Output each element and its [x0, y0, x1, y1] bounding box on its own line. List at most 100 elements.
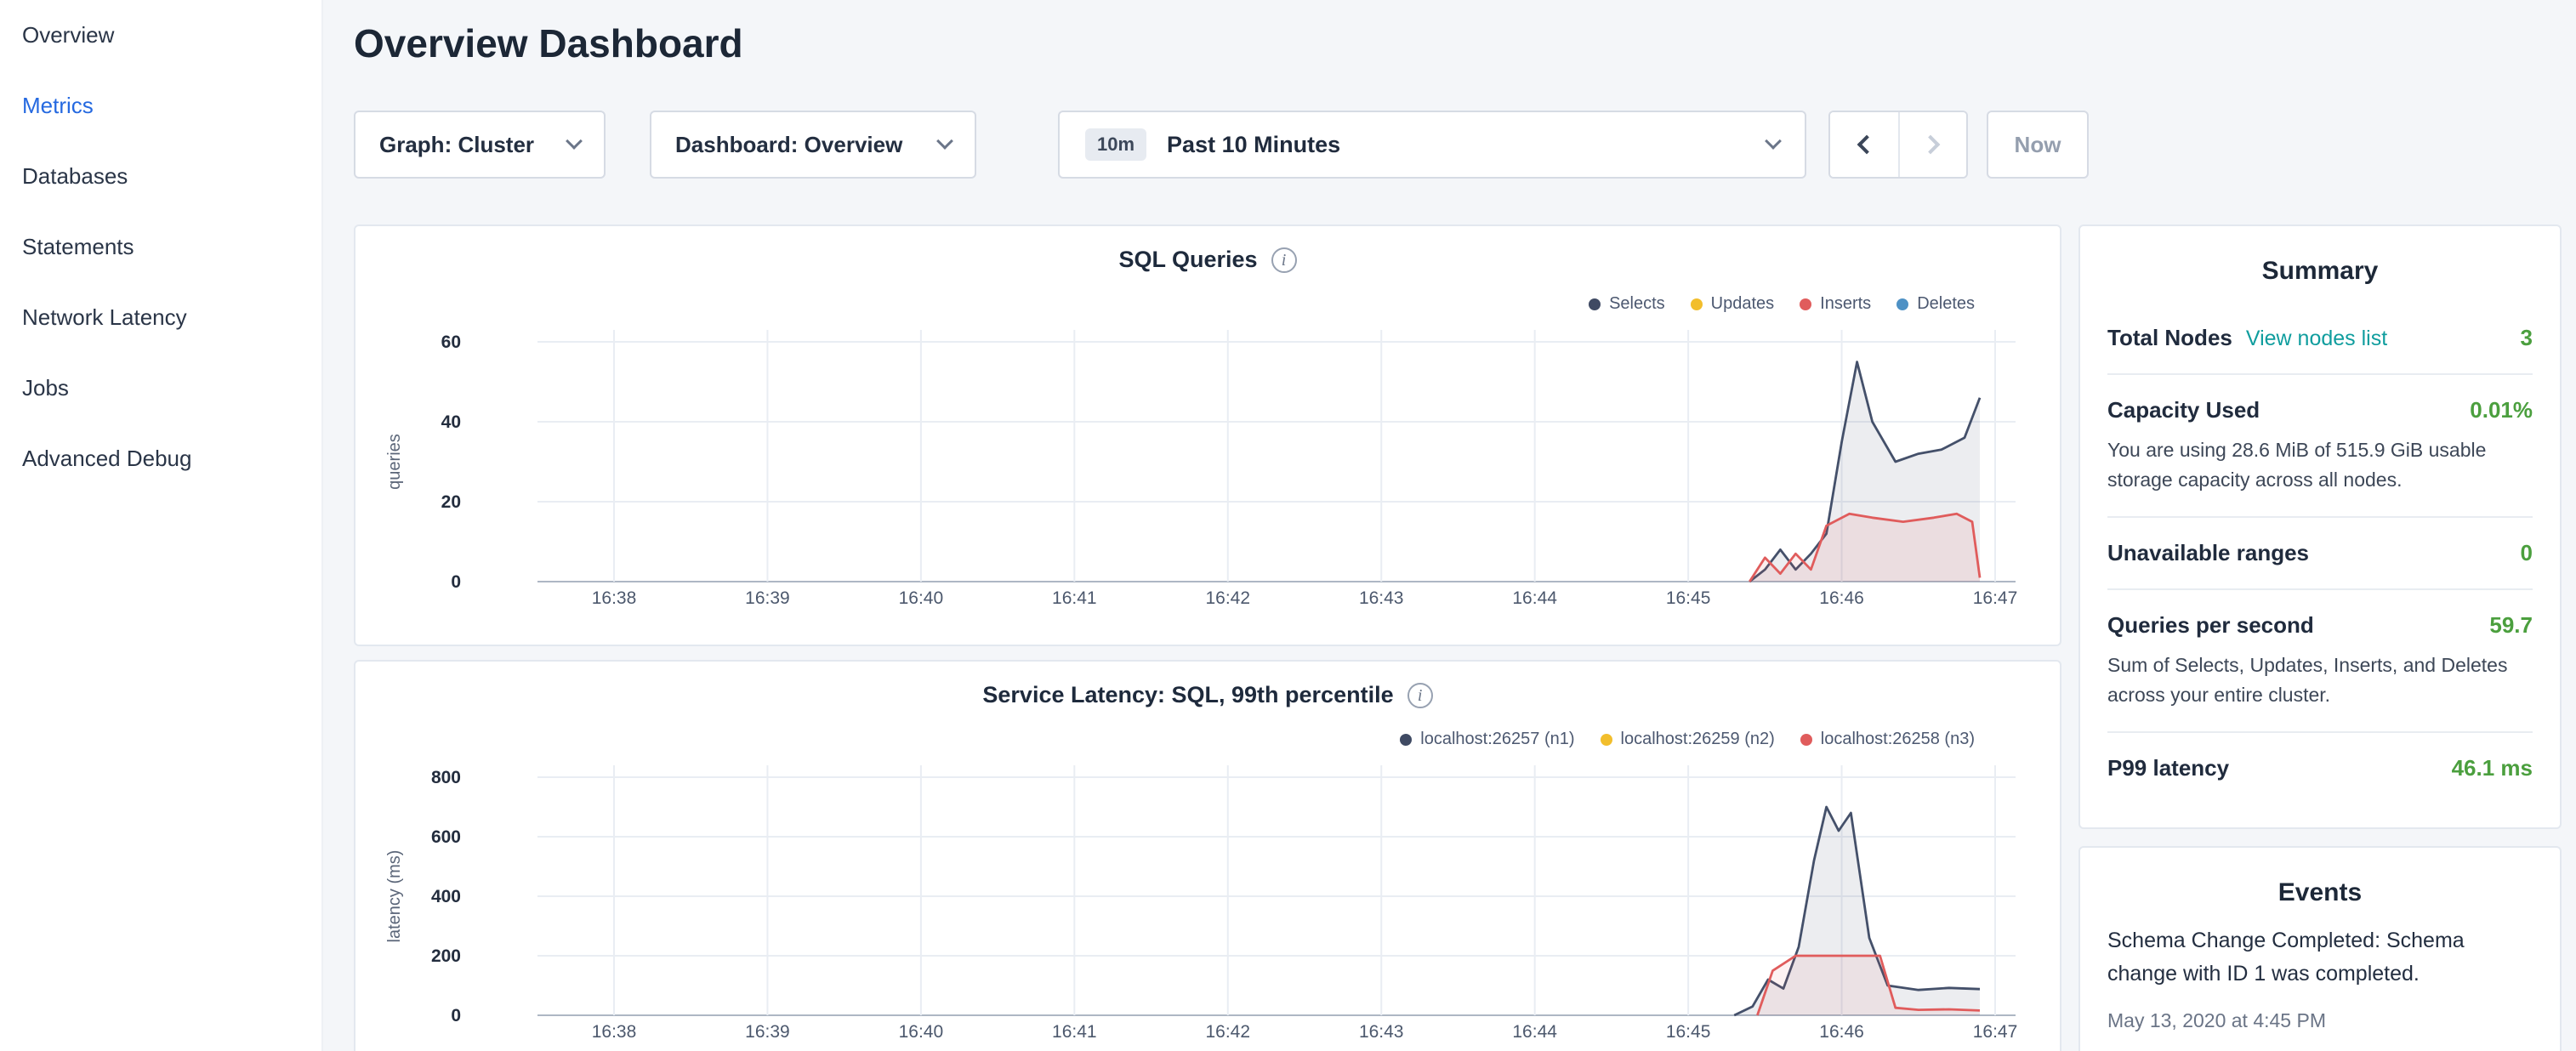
- svg-text:60: 60: [441, 332, 461, 352]
- svg-text:queries: queries: [385, 434, 404, 490]
- chart-plot[interactable]: 020406016:3816:3916:4016:4116:4216:4316:…: [355, 226, 2061, 646]
- total-nodes-label: Total Nodes: [2107, 325, 2232, 351]
- capacity-used-value: 0.01%: [2470, 397, 2533, 423]
- legend-label: localhost:26258 (n3): [1821, 730, 1975, 749]
- chart-title: SQL Queries: [1118, 247, 1257, 273]
- queries-per-second-value: 59.7: [2489, 612, 2533, 639]
- dashboard-dropdown[interactable]: Dashboard: Overview: [650, 111, 976, 179]
- svg-text:16:46: 16:46: [1819, 1022, 1864, 1042]
- svg-text:16:40: 16:40: [899, 1022, 944, 1042]
- svg-text:40: 40: [441, 412, 461, 432]
- capacity-used-label: Capacity Used: [2107, 397, 2260, 423]
- svg-text:latency (ms): latency (ms): [385, 850, 404, 943]
- sidebar-item-label: Metrics: [22, 93, 94, 119]
- legend-item-selects[interactable]: Selects: [1589, 294, 1665, 314]
- sidebar-item-metrics[interactable]: Metrics: [0, 71, 321, 141]
- legend-label: Deletes: [1917, 294, 1975, 314]
- legend-item-inserts[interactable]: Inserts: [1800, 294, 1871, 314]
- svg-text:16:44: 16:44: [1512, 1022, 1557, 1042]
- graph-dropdown-label: Graph: Cluster: [379, 132, 534, 158]
- chart-plot[interactable]: 020040060080016:3816:3916:4016:4116:4216…: [355, 662, 2061, 1051]
- legend-label: localhost:26259 (n2): [1621, 730, 1775, 749]
- chevron-down-icon: [566, 133, 583, 150]
- legend-dot-icon: [1800, 298, 1811, 310]
- svg-text:400: 400: [431, 887, 461, 906]
- event-item[interactable]: Schema Change Completed: Schema change w…: [2107, 924, 2533, 1034]
- time-window-label: Past 10 Minutes: [1167, 132, 1747, 158]
- chevron-left-icon: [1857, 135, 1877, 155]
- svg-text:16:41: 16:41: [1052, 588, 1097, 608]
- chart-title: Service Latency: SQL, 99th percentile: [982, 682, 1393, 708]
- legend-dot-icon: [1691, 298, 1703, 310]
- legend-label: localhost:26257 (n1): [1420, 730, 1574, 749]
- svg-text:16:47: 16:47: [1973, 1022, 2018, 1042]
- total-nodes-value: 3: [2521, 325, 2533, 351]
- legend-label: Inserts: [1820, 294, 1871, 314]
- legend-item-localhost-26257-n1-[interactable]: localhost:26257 (n1): [1400, 730, 1574, 749]
- svg-text:16:45: 16:45: [1666, 1022, 1711, 1042]
- sidebar-item-label: Overview: [22, 22, 114, 48]
- events-title: Events: [2107, 878, 2533, 907]
- charts-column: SQL Queries i Selects Updates Inserts Delet…: [354, 224, 2061, 1051]
- legend-item-deletes[interactable]: Deletes: [1896, 294, 1975, 314]
- legend-item-localhost-26259-n2-[interactable]: localhost:26259 (n2): [1601, 730, 1775, 749]
- sidebar-item-overview[interactable]: Overview: [0, 0, 321, 71]
- sidebar-item-label: Databases: [22, 163, 128, 190]
- sidebar-item-advanced-debug[interactable]: Advanced Debug: [0, 423, 321, 494]
- legend-dot-icon: [1800, 734, 1812, 746]
- chevron-right-icon: [1921, 135, 1941, 155]
- legend-label: Updates: [1711, 294, 1775, 314]
- legend-label: Selects: [1609, 294, 1665, 314]
- sidebar-item-jobs[interactable]: Jobs: [0, 353, 321, 423]
- svg-text:16:39: 16:39: [745, 1022, 790, 1042]
- legend-item-localhost-26258-n3-[interactable]: localhost:26258 (n3): [1800, 730, 1975, 749]
- time-step-button-group: [1828, 111, 1968, 179]
- sidebar-item-network-latency[interactable]: Network Latency: [0, 282, 321, 353]
- svg-text:600: 600: [431, 827, 461, 847]
- sidebar: Overview Metrics Databases Statements Ne…: [0, 0, 323, 1051]
- graph-dropdown[interactable]: Graph: Cluster: [354, 111, 606, 179]
- svg-text:16:39: 16:39: [745, 588, 790, 608]
- chevron-down-icon: [936, 133, 953, 150]
- events-panel: Events Schema Change Completed: Schema c…: [2078, 846, 2562, 1051]
- summary-row-queries-per-second: Queries per second 59.7 Sum of Selects, …: [2107, 588, 2533, 731]
- svg-text:16:47: 16:47: [1973, 588, 2018, 608]
- sidebar-item-label: Network Latency: [22, 304, 187, 331]
- svg-text:16:46: 16:46: [1819, 588, 1864, 608]
- toolbar: Graph: Cluster Dashboard: Overview 10m P…: [354, 111, 2089, 179]
- queries-per-second-label: Queries per second: [2107, 612, 2314, 639]
- sidebar-item-databases[interactable]: Databases: [0, 141, 321, 212]
- time-forward-button[interactable]: [1898, 112, 1966, 177]
- time-window-dropdown[interactable]: 10m Past 10 Minutes: [1058, 111, 1806, 179]
- chart-title-row: Service Latency: SQL, 99th percentile i: [355, 682, 2060, 708]
- svg-text:16:41: 16:41: [1052, 1022, 1097, 1042]
- legend-dot-icon: [1896, 298, 1908, 310]
- page-title: Overview Dashboard: [354, 20, 743, 66]
- chart-title-row: SQL Queries i: [355, 247, 2060, 273]
- legend-dot-icon: [1601, 734, 1612, 746]
- event-timestamp: May 13, 2020 at 4:45 PM: [2107, 1009, 2326, 1031]
- p99-latency-label: P99 latency: [2107, 755, 2229, 781]
- sidebar-item-statements[interactable]: Statements: [0, 212, 321, 282]
- svg-text:16:44: 16:44: [1512, 588, 1557, 608]
- p99-latency-value: 46.1 ms: [2452, 755, 2533, 781]
- sql-queries-chart-card: SQL Queries i Selects Updates Inserts Delet…: [354, 224, 2061, 646]
- svg-text:16:43: 16:43: [1359, 588, 1404, 608]
- svg-text:16:43: 16:43: [1359, 1022, 1404, 1042]
- capacity-used-description: You are using 28.6 MiB of 515.9 GiB usab…: [2107, 435, 2533, 494]
- info-icon[interactable]: i: [1271, 247, 1297, 273]
- time-back-button[interactable]: [1830, 112, 1898, 177]
- queries-per-second-description: Sum of Selects, Updates, Inserts, and De…: [2107, 650, 2533, 709]
- unavailable-ranges-value: 0: [2521, 540, 2533, 566]
- view-nodes-link[interactable]: View nodes list: [2246, 327, 2387, 351]
- now-button[interactable]: Now: [1987, 111, 2089, 179]
- svg-text:16:38: 16:38: [592, 588, 637, 608]
- summary-title: Summary: [2107, 257, 2533, 286]
- legend-item-updates[interactable]: Updates: [1691, 294, 1775, 314]
- info-icon[interactable]: i: [1407, 683, 1433, 708]
- chevron-down-icon: [1765, 133, 1782, 150]
- svg-text:800: 800: [431, 768, 461, 787]
- svg-text:16:38: 16:38: [592, 1022, 637, 1042]
- svg-text:16:42: 16:42: [1205, 1022, 1250, 1042]
- svg-text:0: 0: [451, 572, 461, 592]
